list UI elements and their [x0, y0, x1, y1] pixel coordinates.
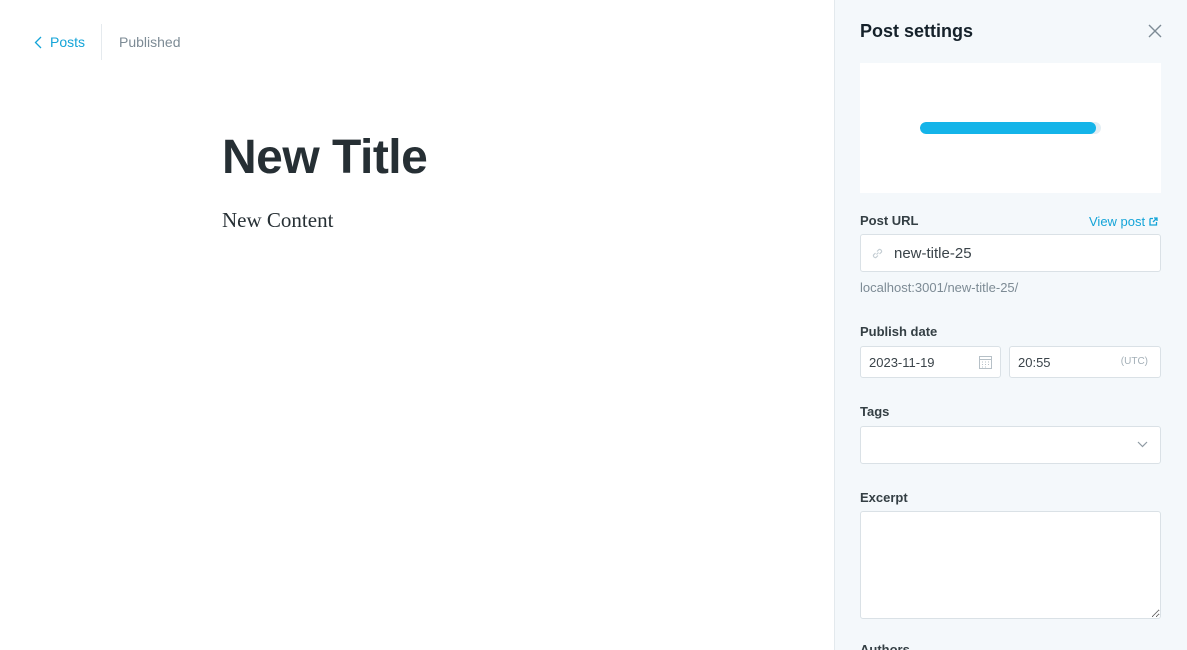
authors-label: Authors	[860, 642, 910, 650]
link-icon	[872, 248, 883, 258]
calendar-icon	[979, 356, 992, 369]
chevron-left-icon	[34, 36, 42, 48]
upload-progress-bar	[920, 122, 1101, 134]
tags-label: Tags	[860, 404, 890, 419]
tags-select[interactable]	[860, 426, 1161, 464]
date-input[interactable]: 2023-11-19	[860, 346, 1001, 378]
timezone-label: (UTC)	[1120, 356, 1148, 367]
feature-image-upload[interactable]	[860, 63, 1161, 193]
url-preview: localhost:3001/new-title-25/	[860, 280, 1019, 295]
upload-progress-fill	[920, 122, 1096, 134]
time-value: 20:55	[1018, 354, 1051, 370]
external-link-icon	[1149, 217, 1158, 226]
panel-title: Post settings	[860, 21, 974, 41]
time-input[interactable]: 20:55 (UTC)	[1009, 346, 1161, 378]
view-post-label: View post	[1089, 214, 1146, 229]
post-status: Published	[119, 34, 181, 50]
chevron-down-icon	[1137, 441, 1148, 448]
editor-area: Posts Published New Title New Content	[0, 0, 835, 650]
post-url-field[interactable]	[860, 234, 1161, 272]
post-title[interactable]: New Title	[222, 130, 428, 185]
back-to-posts-link[interactable]: Posts	[34, 24, 103, 60]
back-link-label: Posts	[50, 34, 86, 50]
excerpt-label: Excerpt	[860, 490, 908, 505]
excerpt-textarea[interactable]	[860, 511, 1161, 619]
post-settings-panel: Post settings Post URL View post localho…	[834, 0, 1187, 650]
post-url-label: Post URL	[860, 213, 919, 228]
post-content[interactable]: New Content	[222, 208, 333, 233]
breadcrumb: Posts Published	[34, 24, 181, 60]
close-icon[interactable]	[1147, 23, 1163, 39]
view-post-link[interactable]: View post	[1089, 214, 1158, 229]
slug-input[interactable]	[894, 244, 1134, 262]
publish-date-label: Publish date	[860, 324, 938, 339]
date-value: 2023-11-19	[869, 354, 935, 370]
